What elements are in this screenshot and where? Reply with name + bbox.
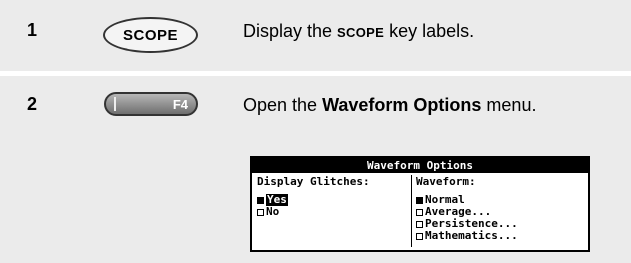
step-row-1: 1 SCOPE Display the SCOPE key labels. [0,0,631,71]
radio-unselected-icon [416,220,423,228]
step-number: 1 [27,20,38,40]
step-row-2: 2 F4 Open the Waveform Options menu. Wav… [0,76,631,263]
step-description: Display the SCOPE key labels. [243,20,613,44]
scope-key-button[interactable]: SCOPE [103,17,198,53]
display-glitches-column: Display Glitches: Yes No [257,175,407,250]
radio-unselected-icon [416,208,423,216]
radio-unselected-icon [416,232,423,240]
waveform-header: Waveform: [416,175,476,188]
menu-divider [411,175,412,247]
step-text-bold: Waveform Options [322,95,482,115]
radio-selected-icon [416,196,423,204]
menu-title: Waveform Options [252,158,588,173]
f4-key-label: F4 [172,96,188,112]
step-text-after: key labels. [384,21,475,41]
glitch-option-yes[interactable]: Yes [257,194,407,206]
step-description: Open the Waveform Options menu. [243,94,613,116]
step-text-after: menu. [481,95,537,115]
f4-key-button[interactable]: F4 [104,92,198,116]
radio-unselected-icon [257,208,264,216]
step-number: 2 [27,94,38,114]
waveform-column: Waveform: Normal Average... Persistence.… [416,175,584,250]
step-text-before: Display the [243,21,338,41]
display-glitches-header: Display Glitches: [257,175,370,188]
step-text-key: SCOPE [337,25,385,40]
waveform-options-menu: Waveform Options Display Glitches: Yes N… [250,156,590,252]
waveform-option-mathematics[interactable]: Mathematics... [416,230,584,242]
step-text-before: Open the [243,95,323,115]
scope-key-label: SCOPE [122,26,178,44]
option-label: No [266,205,280,218]
option-label: Mathematics... [425,229,518,242]
glitch-option-no[interactable]: No [257,206,407,218]
radio-selected-icon [257,196,264,204]
